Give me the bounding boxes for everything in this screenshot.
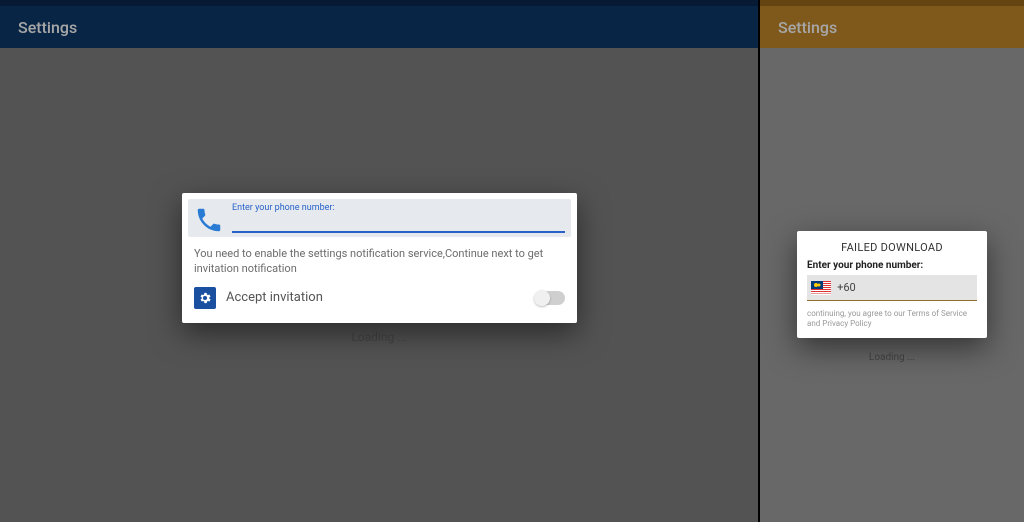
phone-input-row-right[interactable]	[807, 275, 977, 301]
dialog-title: FAILED DOWNLOAD	[807, 241, 977, 254]
malaysia-flag-icon	[811, 281, 831, 295]
loading-text-right: Loading ...	[869, 352, 915, 363]
phone-input[interactable]	[232, 213, 565, 233]
phone-input-right[interactable]	[837, 281, 973, 294]
phone-dialog: Enter your phone number: You need to ena…	[182, 193, 577, 323]
terms-text: continuing, you agree to our Terms of Se…	[807, 309, 977, 330]
accept-invitation-label: Accept invitation	[226, 290, 535, 305]
right-screen: Settings Loading ... FAILED DOWNLOAD Ent…	[760, 0, 1024, 522]
phone-icon	[192, 203, 226, 237]
phone-input-label: Enter your phone number:	[232, 203, 565, 213]
gear-icon	[194, 287, 216, 309]
phone-label-right: Enter your phone number:	[807, 260, 977, 271]
phone-input-row: Enter your phone number:	[188, 199, 571, 237]
helper-text: You need to enable the settings notifica…	[188, 237, 571, 283]
loading-text: Loading ...	[351, 330, 406, 344]
failed-download-dialog: FAILED DOWNLOAD Enter your phone number:…	[797, 231, 987, 338]
phone-input-wrap: Enter your phone number:	[232, 203, 565, 237]
accept-invitation-row[interactable]: Accept invitation	[188, 283, 571, 317]
accept-invitation-toggle[interactable]	[535, 291, 565, 305]
left-screen: Settings Loading ... Enter your phone nu…	[0, 0, 758, 522]
